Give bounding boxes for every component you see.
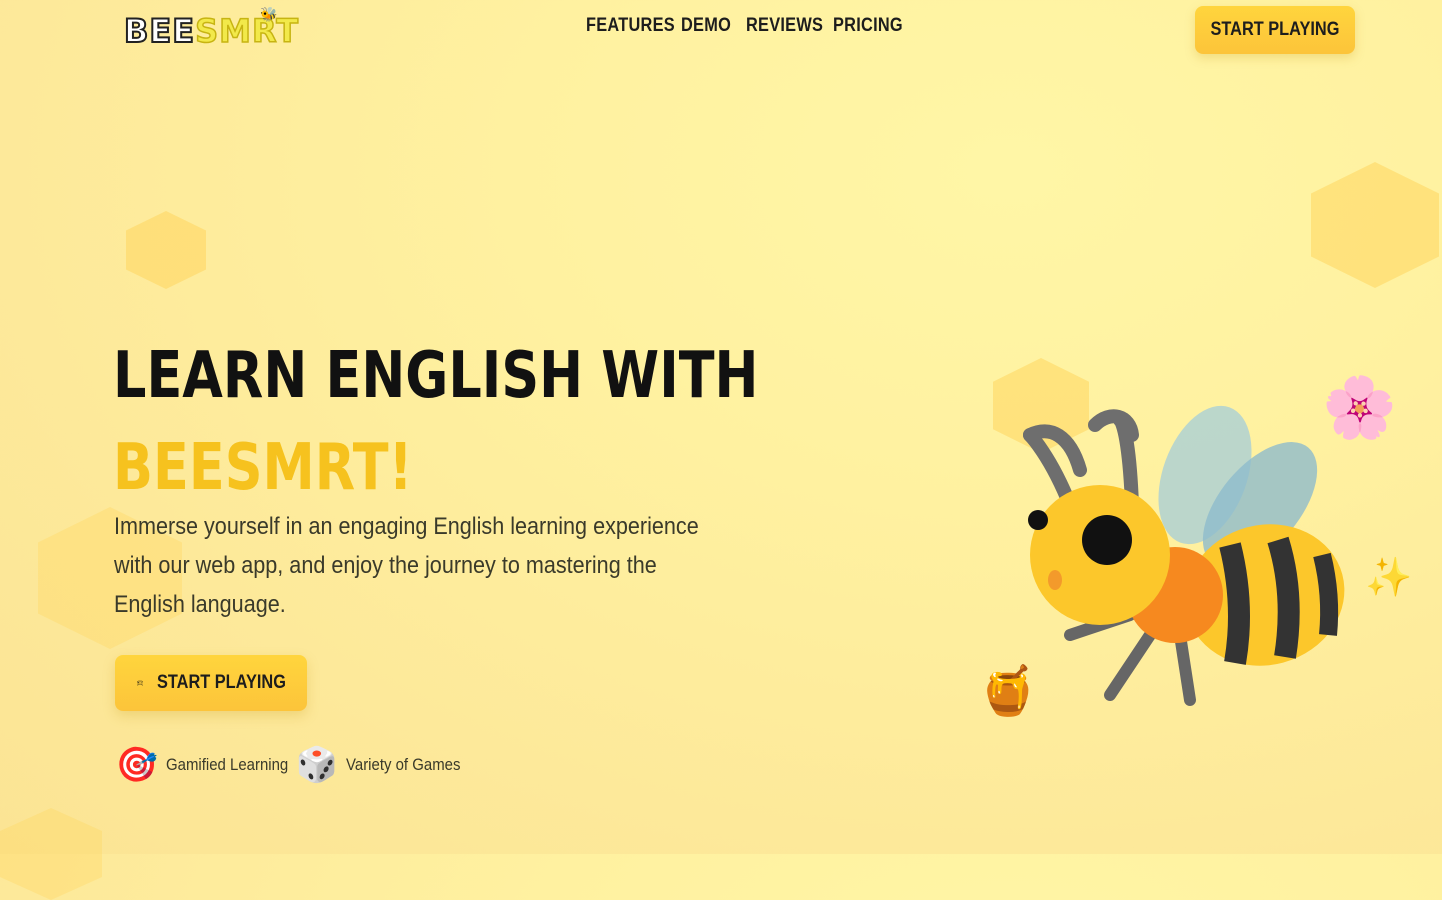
gamepad-icon — [137, 680, 144, 686]
feature-label: Variety of Games — [346, 755, 461, 774]
hero-title-brand: BEESMRT! — [113, 431, 413, 505]
honey-pot-icon: 🍯 — [978, 663, 1038, 719]
nav-link-demo[interactable]: DEMO — [681, 15, 731, 37]
nav-link-features[interactable]: FEATURES — [586, 15, 675, 37]
hero-title: LEARN ENGLISH WITH BEESMRT! — [113, 330, 758, 514]
nav-link-pricing[interactable]: PRICING — [833, 15, 903, 37]
hero-start-playing-label: START PLAYING — [157, 672, 287, 693]
nav-link-reviews[interactable]: REVIEWS — [746, 15, 823, 37]
hero-title-line1: LEARN ENGLISH WITH — [113, 339, 759, 413]
feature-variety-of-games: 🎲 Variety of Games — [296, 744, 476, 786]
hexagon-decoration — [126, 211, 206, 289]
hero-description: Immerse yourself in an engaging English … — [114, 513, 699, 618]
logo-bee-icon: 🐝 — [260, 6, 278, 22]
bee-icon — [1023, 405, 1345, 706]
header-start-playing-button[interactable]: START PLAYING — [1195, 6, 1355, 54]
feature-gamified-learning: 🎯 Gamified Learning — [116, 744, 305, 786]
hero-start-playing-button[interactable]: START PLAYING — [115, 655, 307, 711]
hexagon-decoration — [1311, 162, 1439, 288]
dice-icon: 🎲 — [295, 746, 339, 784]
header-start-playing-label: START PLAYING — [1210, 19, 1340, 40]
logo[interactable]: BEESMRT 🐝 — [123, 6, 299, 51]
feature-label: Gamified Learning — [166, 755, 289, 774]
flower-icon: 🌸 — [1322, 373, 1397, 443]
hexagon-decoration — [0, 808, 102, 900]
sparkle-icon: ✨ — [1365, 555, 1413, 599]
target-icon: 🎯 — [115, 746, 159, 784]
